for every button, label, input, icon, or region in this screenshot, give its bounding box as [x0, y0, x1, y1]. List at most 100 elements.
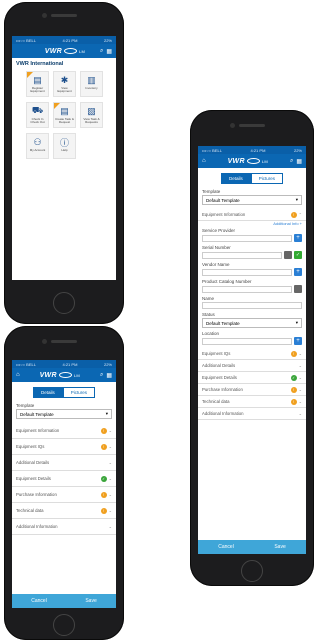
vendor-name-label: Vendor Name — [202, 262, 230, 267]
status-bar: •••○○ BELL 4:21 PM 22% — [12, 360, 116, 368]
section-additional-information[interactable]: Additional Information ⌄ — [198, 408, 306, 420]
tile-label: Help — [61, 148, 68, 152]
tile-gear[interactable]: ✱ View Equipment — [53, 71, 76, 97]
chevron-up-icon: ⌃ — [298, 212, 302, 217]
chevron-down-icon: ⌄ — [108, 492, 112, 497]
org-title: VWR International — [16, 61, 64, 67]
home-button[interactable] — [241, 560, 263, 582]
tile-label: Register Equipment — [30, 86, 45, 94]
footer-bar: Cancel Save — [198, 540, 306, 554]
name-input[interactable] — [202, 302, 302, 309]
status-bar: •••○○ BELL 4:21 PM 22% — [198, 146, 306, 154]
footer-bar: Cancel Save — [12, 594, 116, 608]
tile-user[interactable]: ⚇ My Account — [26, 133, 49, 159]
phone-form-collapsed: •••○○ BELL 4:21 PM 22% ⌂ VWR LM ⌕ ▦ Detai… — [4, 326, 124, 640]
section-equipment-details[interactable]: Equipment Details ✓ ⌄ — [198, 372, 306, 384]
barcode-icon[interactable]: ▦ — [296, 158, 302, 165]
dropdown-arrow-icon: ▾ — [105, 411, 108, 416]
tab-pictures[interactable]: Pictures — [250, 173, 284, 184]
chevron-down-icon: ⌄ — [298, 375, 302, 380]
additional-info-link[interactable]: Additional Info + — [198, 221, 306, 226]
chevron-down-icon: ⌄ — [298, 399, 302, 404]
check-icon[interactable]: ✓ — [294, 251, 302, 259]
search-icon[interactable]: ⌕ — [290, 158, 293, 165]
section-additional-information[interactable]: Additional Information ⌄ — [12, 519, 116, 535]
serial-number-input[interactable] — [202, 251, 282, 259]
section-equipment-details[interactable]: Equipment Details ✓ ⌄ — [12, 471, 116, 487]
cancel-button[interactable]: Cancel — [31, 598, 47, 604]
camera — [42, 339, 47, 344]
search-icon[interactable]: ⌕ — [100, 372, 103, 379]
service-provider-input[interactable] — [202, 234, 292, 242]
home-button[interactable] — [53, 292, 75, 314]
search-icon[interactable]: ⌕ — [100, 48, 103, 55]
section-technical-data[interactable]: Technical data! ⌄ — [12, 503, 116, 519]
task-icon: ▤ — [60, 105, 69, 116]
section-list: Equipment IQs! ⌄ Additional Details ⌄ Equipm… — [198, 348, 306, 420]
section-additional-details[interactable]: Additional Details ⌄ — [198, 360, 306, 372]
chevron-down-icon: ⌄ — [298, 411, 302, 416]
template-select[interactable]: Default Template ▾ — [202, 195, 302, 205]
camera — [230, 123, 235, 128]
flag-marker — [27, 72, 33, 78]
barcode-icon[interactable] — [294, 285, 302, 293]
tile-inventory[interactable]: ▥ Inventory — [80, 71, 103, 97]
section-list: Equipment Information! ⌄ Equipment IQs! ⌄ Ad… — [12, 423, 116, 535]
barcode-icon[interactable]: ▦ — [106, 48, 112, 55]
cart-icon: ⛟ — [31, 105, 44, 115]
nav-bar: VWR LM ⌕ ▦ — [12, 44, 116, 58]
tile-cart[interactable]: ⛟ Check In Check Out — [26, 102, 49, 128]
save-button[interactable]: Save — [274, 544, 285, 550]
clock: 4:21 PM — [62, 37, 78, 43]
template-label: Template — [16, 403, 35, 408]
tile-task[interactable]: ▤ Create Task & Request — [53, 102, 76, 128]
section-technical-data[interactable]: Technical data! ⌄ — [198, 396, 306, 408]
section-purchase-information[interactable]: Purchase Information! ⌄ — [198, 384, 306, 396]
tab-bar: Details Pictures — [12, 387, 116, 398]
speaker — [239, 124, 265, 127]
catalog-number-input[interactable] — [202, 285, 292, 293]
tile-document[interactable]: ▤ Register Equipment — [26, 71, 49, 97]
name-label: Name — [202, 296, 215, 301]
brand-logo: VWR LM — [227, 157, 268, 165]
template-select[interactable]: Default Template ▾ — [16, 409, 112, 419]
warning-icon: ! — [100, 507, 107, 514]
home-button[interactable] — [53, 614, 75, 636]
add-icon[interactable]: + — [294, 337, 302, 345]
serial-number-label: Serial Number — [202, 245, 231, 250]
section-additional-details[interactable]: Additional Details ⌄ — [12, 455, 116, 471]
section-equipment-information[interactable]: Equipment Information! ⌄ — [12, 423, 116, 439]
tile-clipboard[interactable]: ▧ View Task & Requests — [80, 102, 103, 128]
screen-form-expanded: •••○○ BELL 4:21 PM 22% ⌂ VWR LM ⌕ ▦ Detai… — [198, 146, 306, 554]
section-equipment-information[interactable]: Equipment Information ! ⌃ — [198, 209, 306, 221]
save-button[interactable]: Save — [85, 598, 96, 604]
cancel-button[interactable]: Cancel — [218, 544, 234, 550]
check-icon: ✓ — [290, 374, 297, 381]
barcode-icon[interactable]: ▦ — [106, 372, 112, 379]
tile-label: My Account — [29, 148, 46, 152]
barcode-icon[interactable] — [284, 251, 292, 259]
tab-pictures[interactable]: Pictures — [62, 387, 96, 398]
screen-home: •••○○ BELL 4:21 PM 22% VWR LM ⌕ ▦ VWR Int… — [12, 36, 116, 280]
template-label: Template — [202, 189, 221, 194]
flag-marker — [54, 103, 60, 109]
home-icon[interactable]: ⌂ — [202, 158, 206, 164]
add-icon[interactable]: + — [294, 268, 302, 276]
warning-icon: ! — [290, 386, 297, 393]
location-input[interactable] — [202, 337, 292, 345]
tab-details[interactable]: Details — [220, 173, 251, 184]
tile-info[interactable]: ⓘ Help — [53, 133, 76, 159]
dropdown-arrow-icon: ▾ — [295, 320, 298, 325]
status-select[interactable]: Default Template ▾ — [202, 318, 302, 328]
section-equipment-iqs[interactable]: Equipment IQs! ⌄ — [198, 348, 306, 360]
chevron-down-icon: ⌄ — [108, 460, 112, 465]
home-icon[interactable]: ⌂ — [16, 372, 20, 378]
tab-details[interactable]: Details — [32, 387, 63, 398]
tile-label: View Task & Requests — [83, 117, 100, 125]
vendor-name-input[interactable] — [202, 268, 292, 276]
document-icon: ▤ — [33, 74, 42, 85]
section-purchase-information[interactable]: Purchase Information! ⌄ — [12, 487, 116, 503]
add-icon[interactable]: + — [294, 234, 302, 242]
section-equipment-iqs[interactable]: Equipment IQs! ⌄ — [12, 439, 116, 455]
catalog-number-label: Product Catalog Number — [202, 279, 252, 284]
